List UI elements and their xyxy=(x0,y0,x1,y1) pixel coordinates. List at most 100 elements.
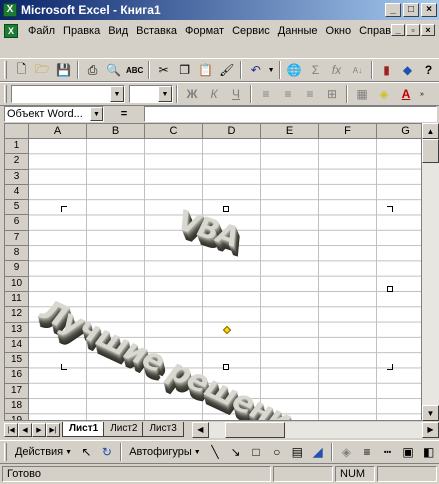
chevron-down-icon[interactable]: ▼ xyxy=(158,86,172,102)
copy-icon[interactable]: ❐ xyxy=(174,60,195,80)
chevron-down-icon[interactable]: ▼ xyxy=(110,86,124,102)
row-header[interactable]: 9 xyxy=(5,261,29,277)
vertical-scrollbar[interactable]: ▲ ▼ xyxy=(422,123,439,421)
formula-input[interactable] xyxy=(144,106,437,122)
underline-button[interactable]: Ч xyxy=(225,84,247,104)
name-box[interactable]: Объект Word... ▼ xyxy=(4,106,104,122)
equals-sign[interactable]: = xyxy=(104,108,144,120)
sheet-tab-3[interactable]: Лист3 xyxy=(142,422,184,437)
oval-icon[interactable]: ○ xyxy=(266,442,287,462)
arrow-icon[interactable]: ↘ xyxy=(225,442,246,462)
rectangle-icon[interactable]: □ xyxy=(246,442,267,462)
scroll-up-icon[interactable]: ▲ xyxy=(422,123,439,139)
row-header[interactable]: 5 xyxy=(5,200,29,216)
function-icon[interactable]: fx xyxy=(326,60,347,80)
row-header[interactable]: 8 xyxy=(5,246,29,262)
font-color-icon[interactable]: A xyxy=(395,84,417,104)
cut-icon[interactable]: ✂ xyxy=(153,60,174,80)
toolbar-grip[interactable] xyxy=(4,443,7,461)
column-header[interactable]: C xyxy=(145,124,203,139)
select-all-corner[interactable] xyxy=(5,124,29,139)
merge-center-icon[interactable]: ⊞ xyxy=(321,84,343,104)
column-header[interactable]: G xyxy=(377,124,421,139)
actions-menu[interactable]: Действия ▼ xyxy=(11,446,76,458)
sheet-tab-1[interactable]: Лист1 xyxy=(62,422,106,437)
chevron-down-icon[interactable]: ▼ xyxy=(90,107,103,121)
column-header[interactable]: F xyxy=(319,124,377,139)
doc-restore-button[interactable]: ▫ xyxy=(406,24,420,36)
autosum-icon[interactable]: Σ xyxy=(305,60,326,80)
free-rotate-icon[interactable]: ↻ xyxy=(97,442,118,462)
menu-data[interactable]: Данные xyxy=(274,25,322,37)
next-sheet-icon[interactable]: ▶ xyxy=(32,422,46,437)
column-header[interactable]: B xyxy=(87,124,145,139)
doc-close-button[interactable]: × xyxy=(421,24,435,36)
column-header[interactable]: A xyxy=(29,124,87,139)
line-icon[interactable]: ╲ xyxy=(205,442,226,462)
sheet-tab-2[interactable]: Лист2 xyxy=(103,422,145,437)
row-header[interactable]: 16 xyxy=(5,368,29,384)
row-header[interactable]: 14 xyxy=(5,337,29,354)
scroll-thumb[interactable] xyxy=(224,421,285,438)
doc-minimize-button[interactable]: _ xyxy=(391,24,405,36)
spelling-icon[interactable]: ABC xyxy=(124,60,145,80)
3d-icon[interactable]: ◧ xyxy=(418,442,439,462)
row-header[interactable]: 7 xyxy=(5,230,29,247)
row-header[interactable]: 17 xyxy=(5,383,29,400)
borders-icon[interactable]: ▦ xyxy=(351,84,373,104)
row-header[interactable]: 1 xyxy=(5,139,29,155)
open-icon[interactable]: 🗁 xyxy=(32,60,53,80)
menu-insert[interactable]: Вставка xyxy=(132,25,181,37)
column-header[interactable]: E xyxy=(261,124,319,139)
menu-file[interactable]: Файл xyxy=(24,25,59,37)
font-combo[interactable]: ▼ xyxy=(11,85,125,103)
help-icon[interactable]: ? xyxy=(418,60,439,80)
print-icon[interactable]: ⎙ xyxy=(82,60,103,80)
insert-wordart-icon[interactable]: ◢ xyxy=(308,442,329,462)
font-size-combo[interactable]: ▼ xyxy=(129,85,173,103)
autoshapes-menu[interactable]: Автофигуры ▼ xyxy=(125,446,205,458)
row-header[interactable]: 19 xyxy=(5,414,29,420)
new-icon[interactable]: 🗋 xyxy=(11,60,32,80)
italic-button[interactable]: К xyxy=(203,84,225,104)
close-button[interactable]: × xyxy=(421,3,437,17)
row-header[interactable]: 15 xyxy=(5,353,29,369)
row-header[interactable]: 6 xyxy=(5,215,29,231)
row-header[interactable]: 10 xyxy=(5,276,29,292)
cell-area[interactable] xyxy=(29,139,421,420)
scroll-left-icon[interactable]: ◀ xyxy=(191,421,209,438)
menu-window[interactable]: Окно xyxy=(322,25,356,37)
align-center-icon[interactable]: ≡ xyxy=(277,84,299,104)
save-icon[interactable]: 💾 xyxy=(53,60,74,80)
menu-edit[interactable]: Правка xyxy=(59,25,104,37)
text-box-icon[interactable]: ▤ xyxy=(287,442,308,462)
toolbar-grip[interactable] xyxy=(4,61,7,79)
last-sheet-icon[interactable]: ▶| xyxy=(46,422,60,437)
scroll-right-icon[interactable]: ▶ xyxy=(422,421,439,438)
fill-color-icon[interactable]: ◈ xyxy=(336,442,357,462)
row-header[interactable]: 11 xyxy=(5,291,29,308)
row-header[interactable]: 3 xyxy=(5,169,29,185)
shadow-icon[interactable]: ▣ xyxy=(398,442,419,462)
hyperlink-icon[interactable]: 🌐 xyxy=(284,60,305,80)
align-right-icon[interactable]: ≡ xyxy=(299,84,321,104)
workbook-icon[interactable]: X xyxy=(4,24,18,38)
undo-icon[interactable]: ↶ xyxy=(245,60,266,80)
scroll-down-icon[interactable]: ▼ xyxy=(422,405,439,421)
sort-icon[interactable]: A↓ xyxy=(347,60,368,80)
row-header[interactable]: 12 xyxy=(5,307,29,323)
align-left-icon[interactable]: ≡ xyxy=(255,84,277,104)
prev-sheet-icon[interactable]: ◀ xyxy=(18,422,32,437)
line-style-icon[interactable]: ≡ xyxy=(357,442,378,462)
print-preview-icon[interactable]: 🔍 xyxy=(103,60,124,80)
horizontal-scrollbar[interactable]: ◀ ▶ xyxy=(191,421,439,438)
more-buttons-icon[interactable]: » xyxy=(417,84,427,104)
undo-dropdown-icon[interactable]: ▼ xyxy=(266,60,276,80)
row-header[interactable]: 13 xyxy=(5,322,29,338)
bold-button[interactable]: Ж xyxy=(181,84,203,104)
scroll-thumb[interactable] xyxy=(422,139,439,163)
excel-app-icon[interactable]: X xyxy=(3,3,17,17)
worksheet-grid[interactable]: A B C D E F G 1 2 3 4 5 6 7 8 9 10 11 12… xyxy=(4,123,422,421)
toolbar-grip[interactable] xyxy=(4,85,7,103)
paste-icon[interactable]: 📋 xyxy=(195,60,216,80)
